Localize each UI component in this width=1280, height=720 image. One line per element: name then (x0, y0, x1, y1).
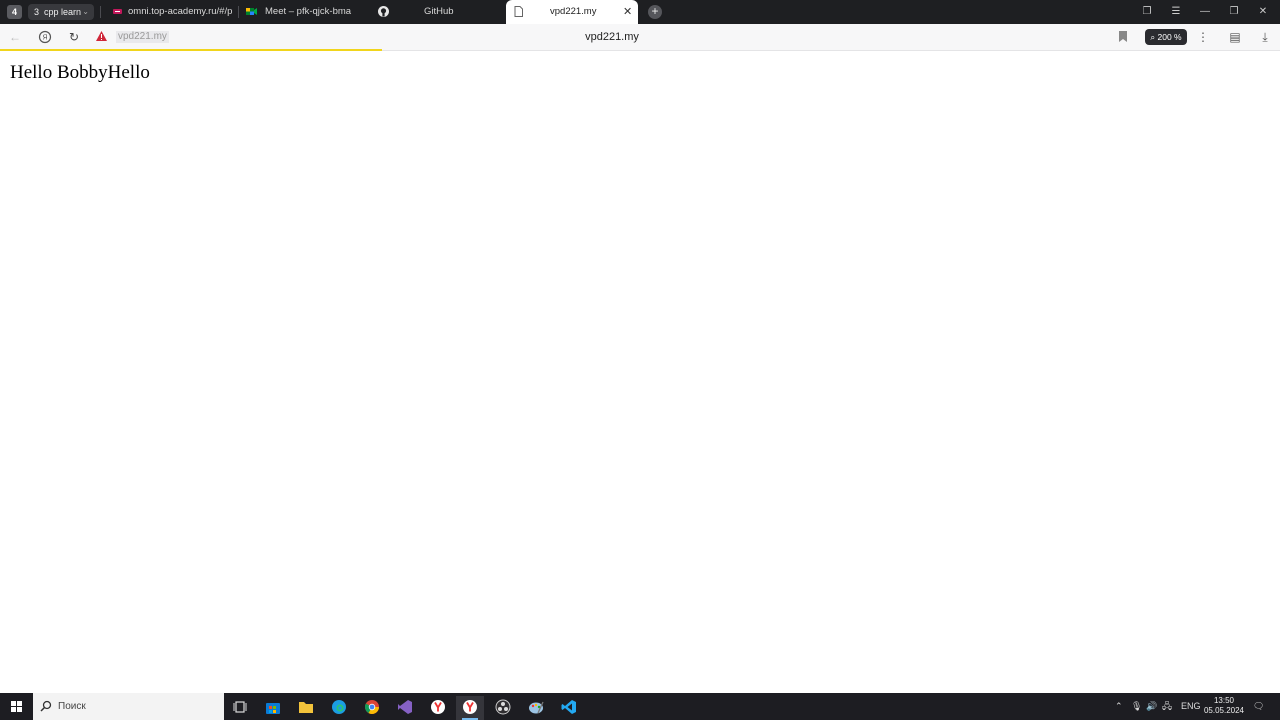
zoom-indicator[interactable]: ⌕ 200 % (1145, 29, 1187, 45)
taskbar-paint[interactable] (522, 696, 550, 720)
omni-favicon-icon (113, 9, 122, 14)
taskbar-search[interactable]: Поиск (33, 693, 224, 720)
url-field[interactable]: vpd221.my (116, 31, 169, 43)
clock-date: 05.05.2024 (1203, 706, 1245, 715)
paint-icon (529, 701, 544, 714)
windows-taskbar: Поиск ⌃ 🎙 🔊 🖧 ENG 13:50 05.05.2024 🗨 (0, 693, 1280, 720)
yandex-browser-icon (463, 700, 477, 714)
taskbar-yandex-browser-active[interactable] (456, 696, 484, 720)
tab-collection-icon[interactable]: ❐ (1133, 0, 1161, 24)
page-content: Hello BobbyHello (0, 51, 1280, 693)
zoom-value: 200 % (1157, 32, 1182, 42)
warning-icon[interactable] (96, 31, 107, 41)
taskbar-edge[interactable] (325, 696, 353, 720)
close-tab-icon[interactable]: ✕ (623, 0, 632, 24)
restore-icon[interactable]: ❐ (1220, 0, 1248, 24)
start-button[interactable] (0, 693, 32, 720)
taskbar-chrome[interactable] (358, 696, 386, 720)
tab-group-number: 3 (34, 7, 40, 17)
volume-icon[interactable]: 🔊 (1146, 693, 1157, 720)
google-meet-icon (246, 8, 257, 15)
obs-icon (495, 699, 511, 715)
minimize-icon[interactable]: — (1191, 0, 1219, 24)
page-title: vpd221.my (585, 31, 639, 43)
taskbar-explorer[interactable] (292, 696, 320, 720)
reload-icon[interactable]: ↻ (66, 29, 82, 45)
menu-icon[interactable]: ☰ (1162, 0, 1190, 24)
address-toolbar: ← Я ↻ vpd221.my vpd221.my ⌕ 200 % ⋮ ▤ ⤓ (0, 24, 1280, 50)
tab-groups-button[interactable]: 4 (7, 5, 22, 19)
tab-label: omni.top-academy.ru/#/p (128, 6, 233, 17)
tab-divider (238, 6, 239, 18)
taskbar-store[interactable] (259, 696, 287, 720)
search-icon (40, 700, 52, 712)
chrome-icon (364, 700, 379, 714)
microphone-icon[interactable]: 🎙 (1131, 693, 1142, 720)
system-clock[interactable]: 13:50 05.05.2024 (1196, 696, 1252, 716)
tab-github[interactable]: GitHub (372, 0, 502, 24)
tab-label: Meet – pfk-qjck-bma (265, 6, 352, 17)
tab-group-cpp-learn[interactable]: 3 cpp learn ⌄ (28, 4, 94, 20)
notifications-icon[interactable]: 🗨 (1253, 693, 1264, 720)
tab-divider (100, 6, 101, 18)
tab-omni-top-academy[interactable]: omni.top-academy.ru/#/p (110, 0, 234, 24)
close-window-icon[interactable]: ✕ (1249, 0, 1277, 24)
more-options-icon[interactable]: ⋮ (1195, 29, 1211, 45)
taskbar-yandex-browser[interactable] (424, 696, 452, 720)
edge-icon (332, 700, 346, 714)
yandex-browser-icon (431, 700, 445, 714)
yandex-protect-icon[interactable]: Я (37, 29, 53, 45)
downloads-icon[interactable]: ⤓ (1257, 29, 1273, 45)
github-icon (378, 6, 389, 17)
tab-vpd221[interactable]: vpd221.my ✕ (506, 0, 638, 24)
bookmark-icon[interactable] (1117, 30, 1129, 43)
back-icon[interactable]: ← (7, 29, 23, 45)
tab-label: vpd221.my (550, 6, 597, 17)
new-tab-button[interactable]: + (648, 5, 662, 19)
tab-group-label: cpp learn (44, 7, 82, 17)
microsoft-store-icon (266, 703, 280, 714)
taskbar-visual-studio[interactable] (391, 696, 419, 720)
search-placeholder: Поиск (58, 701, 86, 712)
page-heading: Hello BobbyHello (10, 62, 150, 83)
sidebar-panel-icon[interactable]: ▤ (1227, 29, 1243, 45)
taskbar-obs[interactable] (489, 696, 517, 720)
clock-time: 13:50 (1213, 696, 1235, 705)
folder-icon (299, 702, 313, 713)
task-view-button[interactable] (226, 696, 254, 720)
document-icon (514, 6, 523, 17)
tab-google-meet[interactable]: Meet – pfk-qjck-bma (244, 0, 364, 24)
browser-tab-bar: 4 3 cpp learn ⌄ omni.top-academy.ru/#/p M… (0, 0, 1280, 24)
vscode-icon (561, 700, 576, 714)
svg-text:Я: Я (42, 35, 47, 42)
task-view-icon (233, 701, 247, 713)
taskbar-vscode[interactable] (555, 696, 583, 720)
visual-studio-icon (398, 700, 412, 714)
windows-logo-icon (11, 701, 22, 712)
show-hidden-icons[interactable]: ⌃ (1115, 693, 1123, 720)
chevron-down-icon: ⌄ (82, 7, 89, 16)
tab-label: GitHub (424, 6, 454, 17)
network-icon[interactable]: 🖧 (1162, 693, 1172, 720)
zoom-icon: ⌕ (1150, 32, 1158, 42)
